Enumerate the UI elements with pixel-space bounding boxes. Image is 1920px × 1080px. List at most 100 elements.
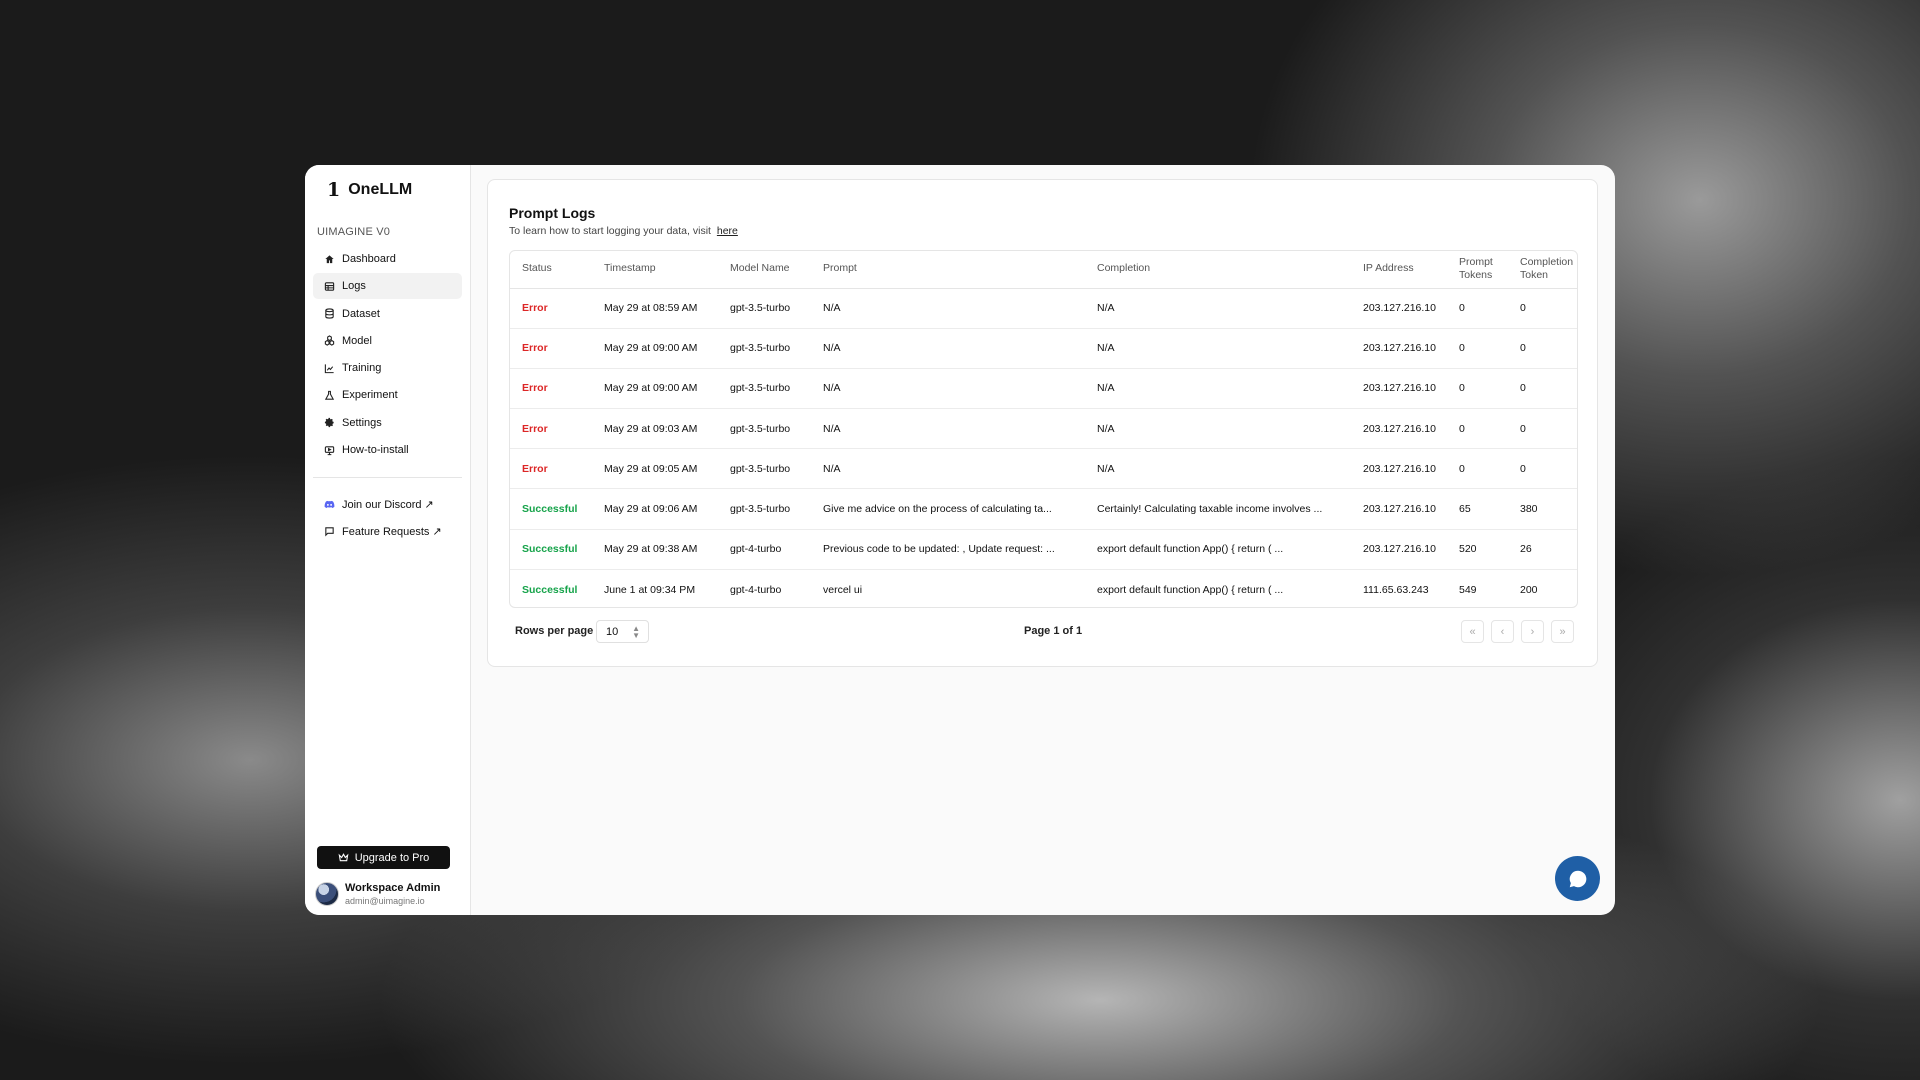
feature-requests-link[interactable]: Feature Requests ↗ (313, 518, 462, 545)
table-row[interactable]: Successful May 29 at 09:06 AM gpt-3.5-turb… (510, 488, 1577, 530)
app-name: OneLLM (348, 181, 413, 198)
table-icon (323, 280, 335, 292)
table-row[interactable]: Error May 29 at 09:00 AM gpt-3.5-turbo N/A N… (510, 368, 1577, 410)
upgrade-label: Upgrade to Pro (354, 851, 430, 864)
last-page-button[interactable]: » (1551, 620, 1574, 643)
user-name: Workspace Admin (345, 882, 441, 894)
cell-timestamp: June 1 at 09:34 PM (604, 583, 696, 596)
sidebar-item-logs[interactable]: Logs (313, 273, 462, 300)
app-window: 1 OneLLM UIMAGINE V0 Dashboard Logs Datase… (305, 165, 1615, 915)
sidebar-item-model[interactable]: Model (313, 328, 462, 354)
main-content: Prompt Logs To learn how to start loggin… (471, 165, 1615, 915)
sidebar-item-settings[interactable]: Settings (313, 410, 462, 436)
sidebar-item-dataset[interactable]: Dataset (313, 301, 462, 327)
cell-model: gpt-4-turbo (730, 583, 782, 596)
workspace-label: UIMAGINE V0 (317, 226, 391, 238)
cell-model: gpt-4-turbo (718, 529, 811, 570)
table-row[interactable]: Error May 29 at 08:59 AM gpt-3.5-turbo N/A N… (510, 288, 1577, 329)
pager: « ‹ › » (1461, 620, 1574, 643)
sidebar-item-experiment[interactable]: Experiment (313, 382, 462, 408)
sidebar-nav: Dashboard Logs Dataset Model Training Experim… (313, 246, 462, 463)
cell-prompt-tokens: 0 (1447, 368, 1508, 410)
gear-icon (323, 417, 335, 429)
cell-timestamp: May 29 at 09:03 AM (592, 408, 718, 450)
column-header-timestamp: Timestamp (592, 251, 718, 289)
cell-timestamp: May 29 at 08:59 AM (592, 288, 718, 329)
upgrade-button[interactable]: Upgrade to Pro (317, 846, 450, 869)
flask-icon (323, 389, 335, 401)
column-header-completion: Completion (1085, 251, 1351, 289)
sidebar-item-label: Settings (342, 416, 382, 429)
cell-model: gpt-3.5-turbo (718, 488, 811, 530)
table-row[interactable]: Error May 29 at 09:03 AM gpt-3.5-turbo N/A N… (510, 408, 1577, 450)
cell-completion-tokens: 0 (1508, 328, 1577, 369)
sidebar-item-dashboard[interactable]: Dashboard (313, 246, 462, 272)
cell-completion-tokens: 0 (1508, 288, 1577, 329)
table-row[interactable]: Error May 29 at 09:05 AM gpt-3.5-turbo N/A N… (510, 448, 1577, 490)
home-icon (323, 253, 335, 265)
chat-widget-button[interactable] (1555, 856, 1600, 901)
cell-completion-tokens: 0 (1508, 408, 1577, 450)
cell-model: gpt-3.5-turbo (718, 448, 811, 490)
sidebar-item-label: Training (342, 362, 382, 375)
docs-link[interactable]: here (717, 225, 738, 237)
message-icon (323, 526, 335, 538)
chevron-left-icon: ‹ (1500, 625, 1505, 638)
brand[interactable]: 1 OneLLM (313, 179, 462, 201)
cell-timestamp: May 29 at 09:00 AM (592, 328, 718, 369)
column-header-prompt-tokens: Prompt Tokens (1447, 251, 1508, 289)
cell-timestamp: May 29 at 09:06 AM (592, 488, 718, 530)
crown-icon (338, 853, 349, 862)
sidebar: 1 OneLLM UIMAGINE V0 Dashboard Logs Datase… (305, 165, 471, 915)
external-link-label: Join our Discord ↗ (342, 499, 434, 512)
sidebar-item-training[interactable]: Training (313, 355, 462, 381)
cell-status: Successful (510, 488, 592, 530)
table-row[interactable]: Error May 29 at 09:00 AM gpt-3.5-turbo N/A N… (510, 328, 1577, 369)
page-subtitle: To learn how to start logging your data,… (509, 225, 738, 237)
next-page-button[interactable]: › (1521, 620, 1544, 643)
cell-prompt-tokens: 65 (1447, 488, 1508, 530)
sidebar-item-label: Experiment (342, 389, 398, 402)
cell-ip: 203.127.216.10 (1351, 529, 1447, 570)
rows-per-page-value: 10 (606, 626, 619, 638)
cell-completion: N/A (1085, 408, 1351, 450)
sidebar-item-label: Dataset (342, 307, 380, 320)
cell-status: Successful (510, 529, 592, 570)
cell-prompt: N/A (811, 328, 1085, 369)
table-row[interactable]: Successful June 1 at 09:34 PM gpt-4-turbo v… (510, 569, 1577, 607)
cell-model: gpt-3.5-turbo (718, 408, 811, 450)
cell-status: Error (510, 328, 592, 369)
cell-model: gpt-3.5-turbo (718, 328, 811, 369)
sidebar-item-how-to-install[interactable]: How-to-install (313, 437, 462, 463)
rows-per-page-label: Rows per page (515, 625, 594, 637)
cell-prompt-tokens: 520 (1447, 529, 1508, 570)
chat-bubble-icon (1569, 870, 1586, 887)
cell-status: Error (510, 368, 592, 410)
discord-link[interactable]: Join our Discord ↗ (313, 491, 462, 518)
page-title: Prompt Logs (509, 205, 596, 221)
prev-page-button[interactable]: ‹ (1491, 620, 1514, 643)
first-page-button[interactable]: « (1461, 620, 1484, 643)
sidebar-item-label: Model (342, 334, 372, 347)
cell-prompt-tokens: 0 (1447, 448, 1508, 490)
cell-prompt: Give me advice on the process of calcula… (811, 488, 1085, 530)
cell-prompt: N/A (811, 408, 1085, 450)
column-header-ip-address: IP Address (1351, 251, 1447, 289)
table-row[interactable]: Successful May 29 at 09:38 AM gpt-4-turbo P… (510, 529, 1577, 570)
cell-ip: 203.127.216.10 (1351, 328, 1447, 369)
cell-timestamp: May 29 at 09:00 AM (592, 368, 718, 410)
rows-per-page-select[interactable]: 10 ▲ ▼ (596, 620, 649, 643)
chevrons-updown-icon: ▲ ▼ (632, 624, 640, 640)
cell-prompt-tokens: 549 (1459, 583, 1477, 596)
cell-completion: Certainly! Calculating taxable income in… (1085, 488, 1351, 530)
cell-completion-tokens: 26 (1508, 529, 1577, 570)
table-body: Error May 29 at 08:59 AM gpt-3.5-turbo N/A N… (510, 288, 1577, 607)
database-icon (323, 308, 335, 320)
cell-prompt-tokens: 0 (1447, 328, 1508, 369)
cell-status: Error (510, 448, 592, 490)
user-profile[interactable]: Workspace Admin admin@uimagine.io (315, 882, 440, 906)
cell-completion-tokens: 200 (1520, 583, 1538, 596)
discord-icon (323, 499, 335, 511)
cell-completion-tokens: 0 (1508, 448, 1577, 490)
cell-prompt: N/A (811, 368, 1085, 410)
